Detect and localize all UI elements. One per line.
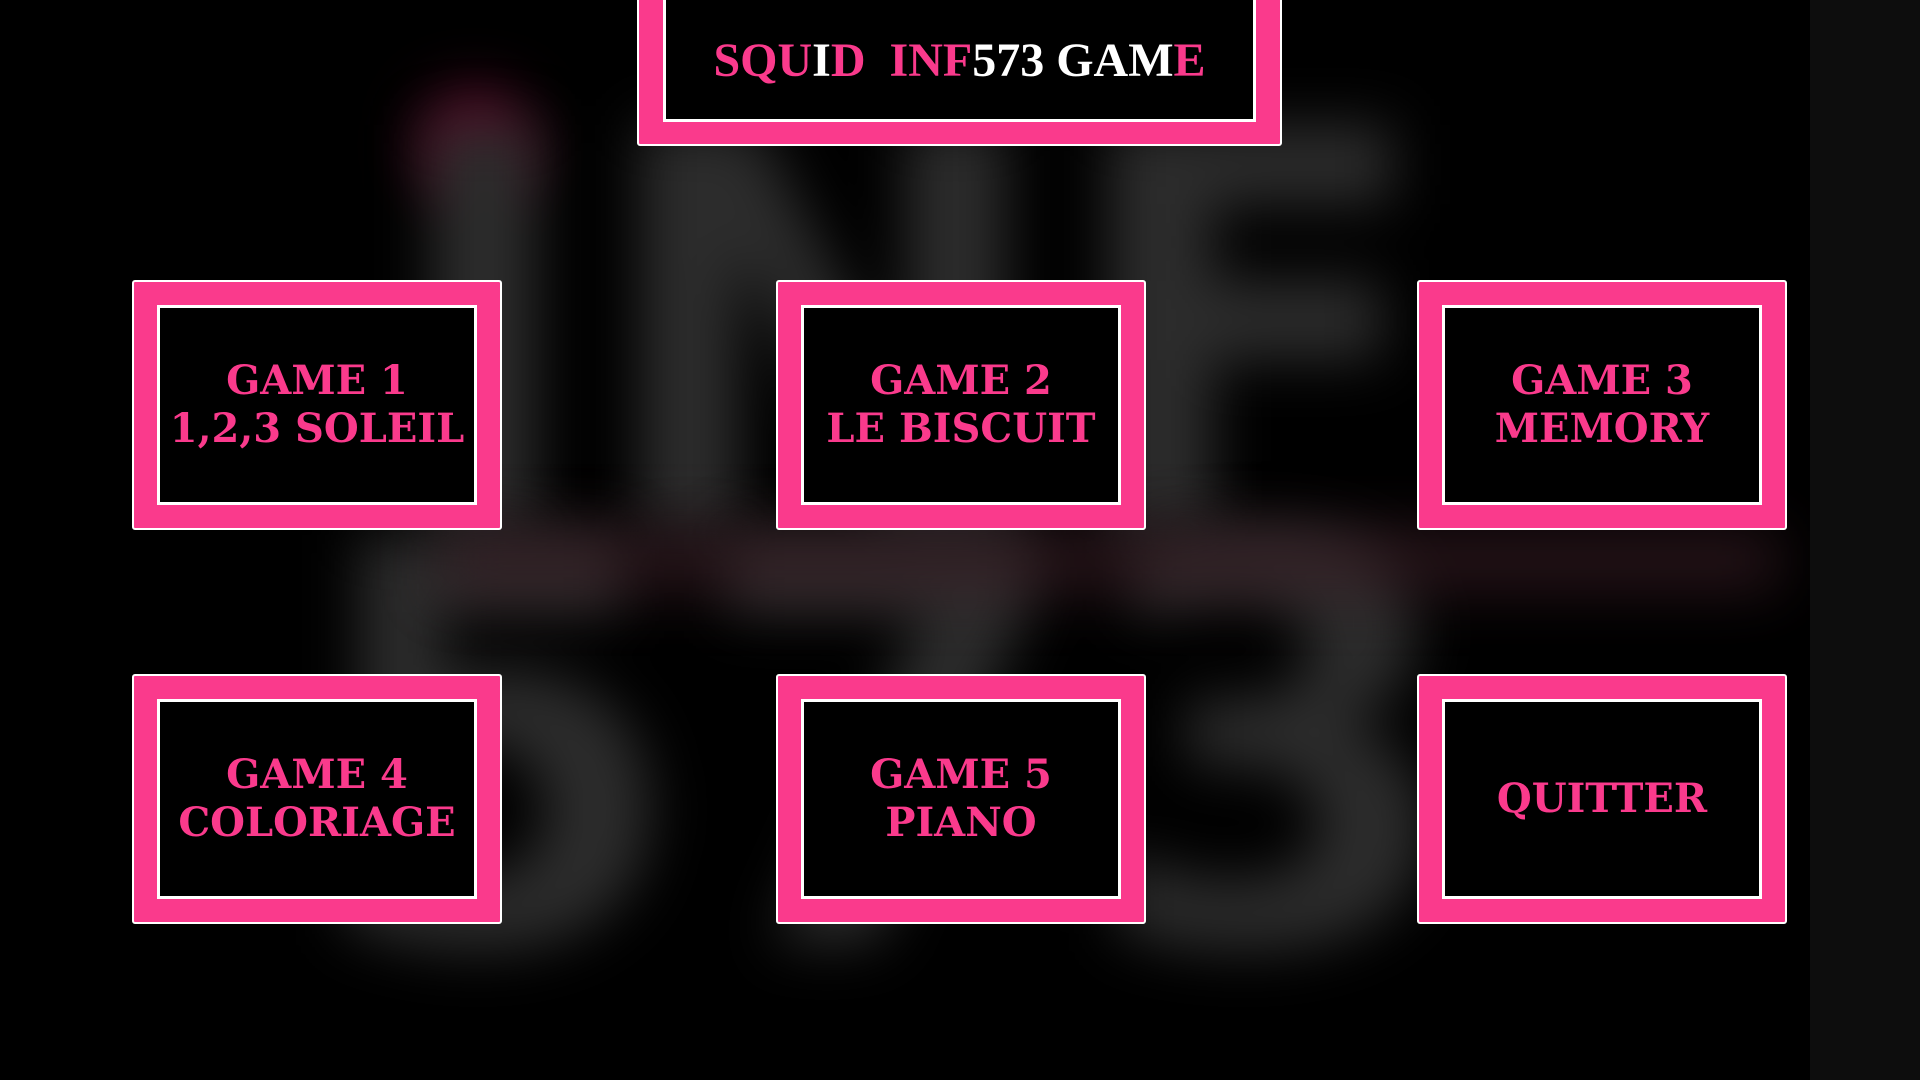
button-label: MEMORY <box>1494 405 1710 452</box>
background-stripe <box>440 530 1780 590</box>
button-label: GAME 1 <box>226 357 408 404</box>
button-label: GAME 5 <box>870 751 1052 798</box>
game-4-button[interactable]: GAME 4 COLORIAGE <box>132 674 502 924</box>
button-label: GAME 3 <box>1511 357 1693 404</box>
button-label: LE BISCUIT <box>826 405 1096 452</box>
title-part: D INF <box>830 34 973 87</box>
button-label: GAME 4 <box>226 751 408 798</box>
button-label: 1,2,3 SOLEIL <box>169 405 465 452</box>
title-part: 573 GAM <box>972 34 1174 87</box>
game-3-button[interactable]: GAME 3 MEMORY <box>1417 280 1787 530</box>
background-edge <box>1810 0 1920 1080</box>
title-panel: SQU I D INF 573 GAM E <box>663 0 1256 122</box>
title-banner: SQU I D INF 573 GAM E <box>637 0 1282 146</box>
quit-button[interactable]: QUITTER <box>1417 674 1787 924</box>
button-label: PIANO <box>885 799 1037 846</box>
title-part: SQU <box>713 34 813 87</box>
game-2-button[interactable]: GAME 2 LE BISCUIT <box>776 280 1146 530</box>
button-label: QUITTER <box>1496 775 1708 822</box>
button-label: GAME 2 <box>870 357 1052 404</box>
title-part: I <box>812 34 831 87</box>
button-label: COLORIAGE <box>178 799 456 846</box>
game-5-button[interactable]: GAME 5 PIANO <box>776 674 1146 924</box>
game-1-button[interactable]: GAME 1 1,2,3 SOLEIL <box>132 280 502 530</box>
title-part: E <box>1173 34 1206 87</box>
